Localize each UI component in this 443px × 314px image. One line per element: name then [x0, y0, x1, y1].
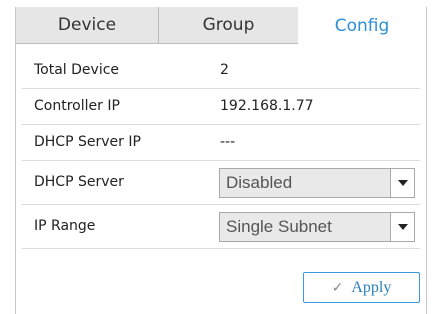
apply-label: Apply [351, 278, 392, 296]
chevron-down-icon [397, 180, 408, 186]
total-device-row: Total Device 2 [22, 53, 420, 89]
ip-range-dropdown-button[interactable] [390, 213, 414, 241]
controller-ip-label: Controller IP [34, 98, 120, 114]
chevron-down-icon [397, 224, 408, 230]
tab-device-label: Device [57, 15, 117, 35]
apply-button[interactable]: ✓ Apply [303, 272, 420, 303]
ip-range-select-value: Single Subnet [226, 217, 332, 236]
dhcp-server-label: DHCP Server [34, 174, 124, 190]
tab-group-label: Group [202, 15, 255, 35]
tab-device[interactable]: Device [16, 7, 159, 44]
ip-range-row: IP Range Single Subnet [22, 205, 420, 249]
dhcp-server-row: DHCP Server Disabled [22, 161, 420, 205]
dhcp-server-select-value: Disabled [226, 173, 293, 192]
tab-group[interactable]: Group [159, 7, 298, 44]
total-device-label: Total Device [34, 62, 120, 78]
dhcp-server-ip-row: DHCP Server IP --- [22, 125, 420, 161]
ip-range-label: IP Range [34, 218, 96, 234]
total-device-value: 2 [220, 62, 229, 78]
controller-ip-row: Controller IP 192.168.1.77 [22, 89, 420, 125]
tab-bar: Device Group Config [16, 7, 426, 44]
tab-config[interactable]: Config [298, 7, 426, 44]
controller-ip-value: 192.168.1.77 [220, 98, 314, 114]
dhcp-server-dropdown-button[interactable] [390, 169, 414, 197]
dhcp-server-ip-value: --- [220, 134, 236, 150]
dhcp-server-select[interactable]: Disabled [219, 168, 415, 198]
check-icon: ✓ [331, 279, 344, 296]
tab-config-label: Config [334, 15, 390, 36]
dhcp-server-ip-label: DHCP Server IP [34, 134, 141, 150]
ip-range-select[interactable]: Single Subnet [219, 212, 415, 242]
config-panel: Device Group Config Total Device 2 Contr… [15, 7, 427, 314]
